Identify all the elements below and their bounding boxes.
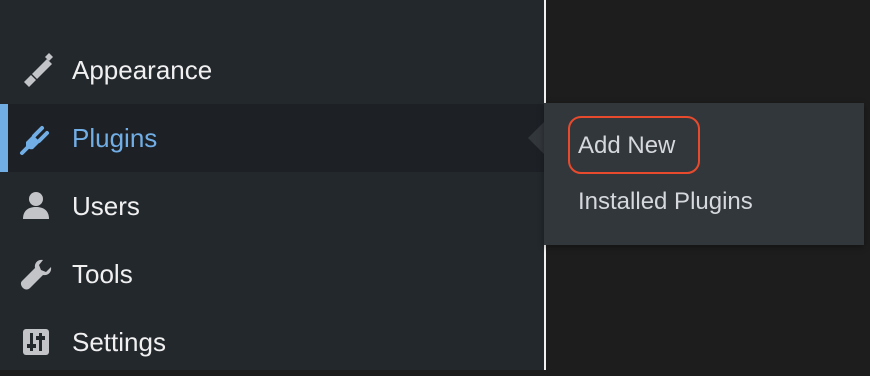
plug-icon	[18, 120, 54, 156]
plugins-submenu: Add New Installed Plugins	[544, 103, 864, 245]
sidebar-item-label: Appearance	[72, 55, 213, 85]
flyout-pointer	[528, 122, 544, 154]
sliders-icon	[18, 324, 54, 360]
submenu-item-add-new[interactable]: Add New	[578, 134, 675, 158]
sidebar-item-label: Settings	[72, 327, 166, 357]
sidebar-item-plugins[interactable]: Plugins	[0, 104, 544, 172]
sidebar-item-label: Users	[72, 191, 140, 221]
brush-icon	[18, 52, 54, 88]
admin-menu: Appearance Plugins Users Tools Settings	[0, 36, 544, 376]
sidebar-item-label: Tools	[72, 259, 133, 289]
sidebar-item-tools[interactable]: Tools	[0, 240, 544, 308]
admin-sidebar: Appearance Plugins Users Tools Settings	[0, 0, 546, 370]
sidebar-item-users[interactable]: Users	[0, 172, 544, 240]
wrench-icon	[18, 256, 54, 292]
submenu-item-installed-plugins[interactable]: Installed Plugins	[578, 190, 753, 214]
sidebar-item-appearance[interactable]: Appearance	[0, 36, 544, 104]
user-icon	[18, 188, 54, 224]
sidebar-item-label: Plugins	[72, 123, 158, 153]
sidebar-item-settings[interactable]: Settings	[0, 308, 544, 376]
